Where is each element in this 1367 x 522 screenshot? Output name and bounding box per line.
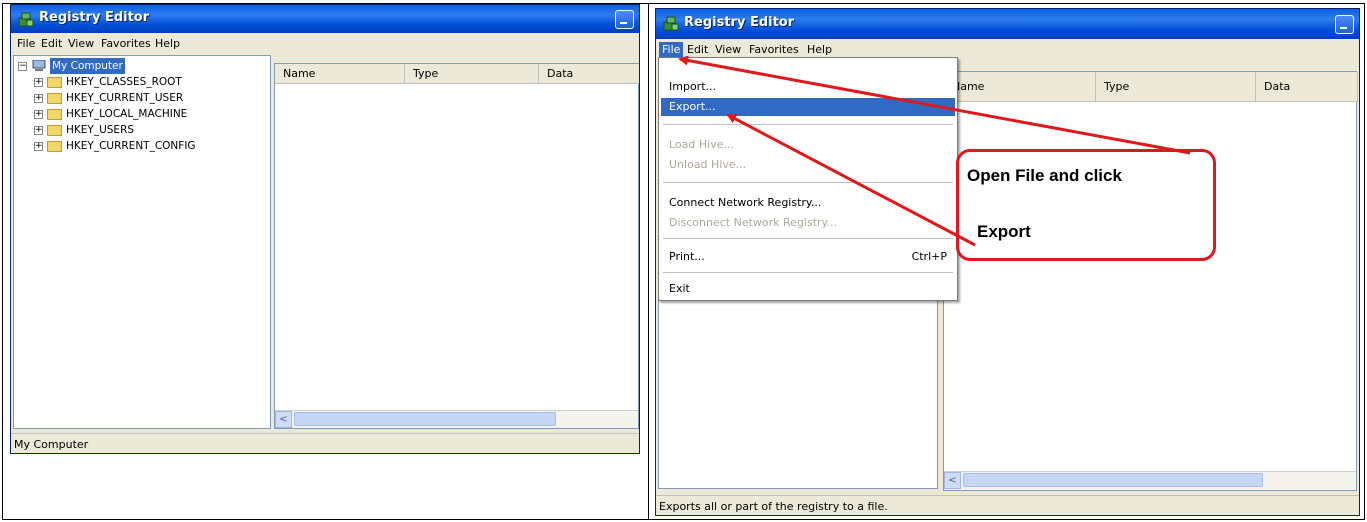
tree-item-label[interactable]: HKEY_LOCAL_MACHINE	[66, 106, 187, 122]
column-name[interactable]: Name	[944, 72, 1096, 102]
tree-item-label[interactable]: HKEY_CURRENT_CONFIG	[66, 138, 196, 154]
column-name[interactable]: Name	[275, 64, 405, 84]
menu-view[interactable]: View	[65, 36, 97, 51]
expand-icon[interactable]: +	[34, 110, 43, 119]
menu-help[interactable]: Help	[152, 36, 183, 51]
computer-icon	[32, 60, 46, 71]
callout-line-1: Open File and click	[967, 166, 1122, 185]
scroll-thumb[interactable]	[294, 412, 556, 426]
minimize-button[interactable]	[615, 10, 634, 29]
tree-root-label[interactable]: My Computer	[50, 58, 125, 74]
expand-icon[interactable]: +	[34, 78, 43, 87]
menu-separator	[663, 182, 953, 184]
registry-editor-icon	[663, 16, 679, 31]
menu-file[interactable]: File	[14, 36, 38, 51]
tree-item-label[interactable]: HKEY_CURRENT_USER	[66, 90, 183, 106]
folder-icon	[47, 93, 62, 104]
tree-pane[interactable]: − My Computer + HKEY_CLASSES_ROOT + HKEY…	[13, 55, 271, 429]
column-type[interactable]: Type	[405, 64, 539, 84]
column-data[interactable]: Data	[539, 64, 639, 84]
menu-edit[interactable]: Edit	[38, 36, 65, 51]
menu-item-disconnect-network-registry: Disconnect Network Registry...	[669, 216, 837, 229]
menu-edit[interactable]: Edit	[684, 42, 711, 57]
window-title: Registry Editor	[684, 15, 795, 30]
menu-bar: File Edit View Favorites Help	[656, 39, 1359, 59]
menu-file[interactable]: File	[659, 42, 684, 57]
expand-icon[interactable]: +	[34, 126, 43, 135]
collapse-icon[interactable]: −	[18, 62, 27, 71]
left-registry-window: Registry Editor File Edit View Favorites…	[10, 4, 640, 454]
menu-favorites[interactable]: Favorites	[746, 42, 802, 57]
menu-item-connect-network-registry[interactable]: Connect Network Registry...	[661, 194, 955, 212]
scroll-left-icon[interactable]: <	[944, 472, 961, 489]
menu-item-print-label: Print...	[669, 250, 705, 263]
tree-item-label[interactable]: HKEY_USERS	[66, 122, 134, 138]
menu-favorites[interactable]: Favorites	[98, 36, 154, 51]
menu-separator	[663, 124, 953, 126]
menu-item-print[interactable]: Print... Ctrl+P	[661, 248, 955, 266]
status-bar: Exports all or part of the registry to a…	[656, 495, 1359, 515]
folder-icon	[47, 77, 62, 88]
menu-item-load-hive: Load Hive...	[669, 138, 734, 151]
status-bar: My Computer	[11, 433, 639, 453]
window-title: Registry Editor	[39, 10, 150, 25]
menu-help[interactable]: Help	[804, 42, 835, 57]
minimize-button[interactable]	[1335, 15, 1354, 34]
horizontal-scrollbar[interactable]: <	[944, 471, 1356, 490]
menu-separator	[663, 238, 953, 240]
print-shortcut: Ctrl+P	[911, 250, 947, 263]
menu-item-unload-hive: Unload Hive...	[669, 158, 747, 171]
column-data[interactable]: Data	[1256, 72, 1358, 102]
tree-item-label[interactable]: HKEY_CLASSES_ROOT	[66, 74, 182, 90]
title-bar[interactable]: Registry Editor	[656, 9, 1359, 39]
file-menu-dropdown: Import... Export... Load Hive... Unload …	[658, 57, 958, 301]
horizontal-scrollbar[interactable]: <	[275, 410, 638, 428]
title-bar[interactable]: Registry Editor	[11, 5, 639, 33]
values-pane[interactable]: Name Type Data <	[274, 63, 639, 429]
scroll-thumb[interactable]	[963, 473, 1263, 487]
scroll-left-icon[interactable]: <	[275, 411, 292, 428]
expand-icon[interactable]: +	[34, 142, 43, 151]
registry-editor-icon	[18, 12, 34, 27]
annotation-callout: Open File and click Export	[956, 149, 1216, 261]
callout-line-2: Export	[977, 222, 1031, 241]
menu-separator	[663, 272, 953, 274]
menu-item-exit[interactable]: Exit	[661, 280, 955, 298]
menu-view[interactable]: View	[712, 42, 744, 57]
folder-icon	[47, 109, 62, 120]
folder-icon	[47, 141, 62, 152]
values-pane[interactable]: Name Type Data <	[943, 71, 1358, 491]
menu-item-export[interactable]: Export...	[661, 98, 955, 116]
menu-item-import[interactable]: Import...	[661, 78, 955, 96]
right-registry-window: Registry Editor File Edit View Favorites…	[655, 8, 1360, 516]
expand-icon[interactable]: +	[34, 94, 43, 103]
folder-icon	[47, 125, 62, 136]
column-type[interactable]: Type	[1096, 72, 1256, 102]
menu-bar: File Edit View Favorites Help	[11, 33, 639, 53]
panel-divider	[648, 3, 649, 520]
